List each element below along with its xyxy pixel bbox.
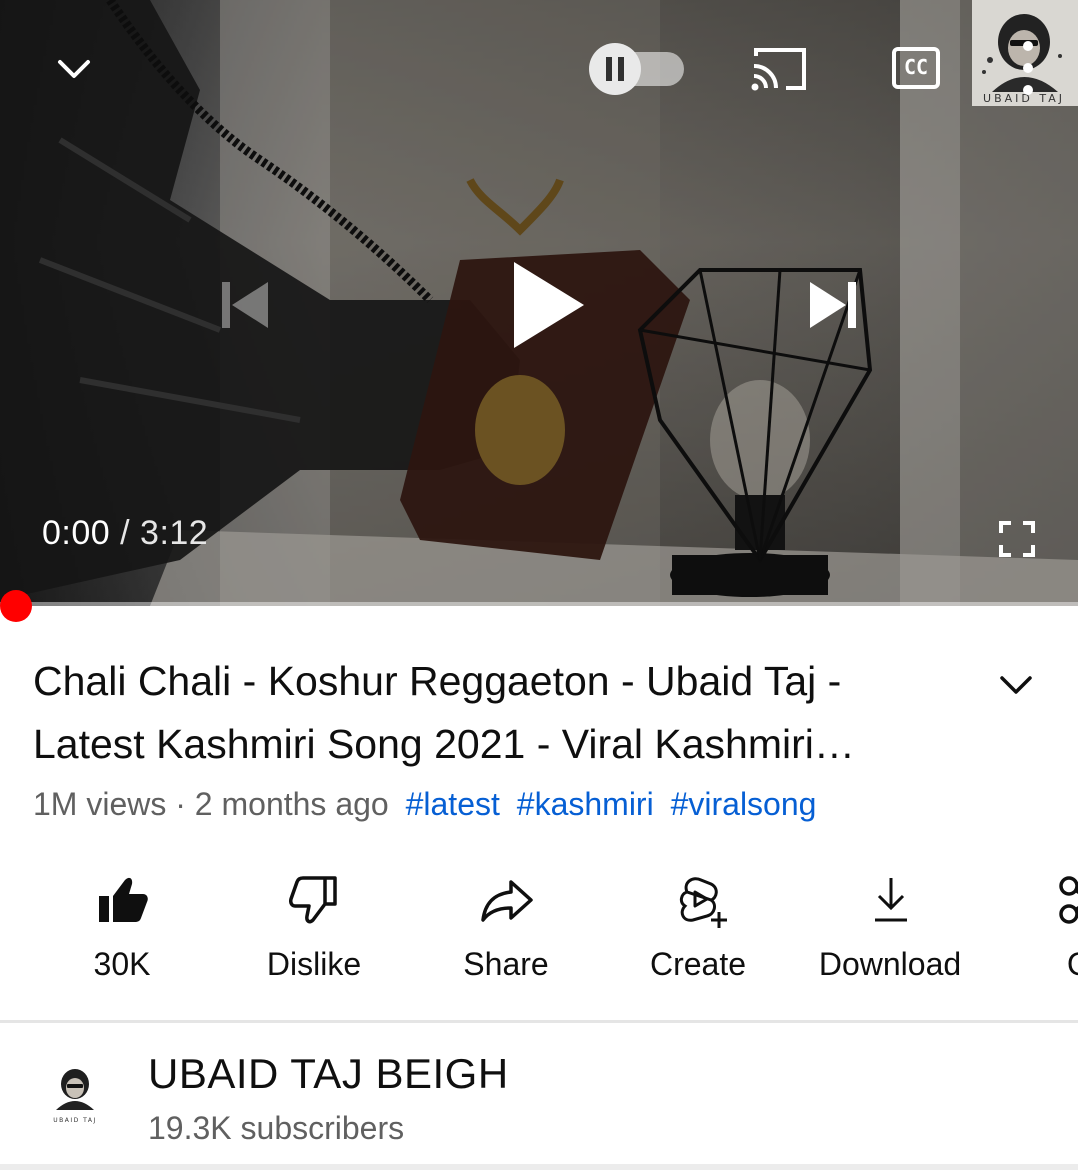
share-label: Share bbox=[463, 946, 549, 982]
duration: 3:12 bbox=[140, 514, 209, 552]
view-count: 1M views bbox=[33, 786, 167, 822]
subscriber-count: 19.3K subscribers bbox=[148, 1110, 405, 1146]
section-divider bbox=[0, 1020, 1078, 1023]
captions-icon[interactable]: CC bbox=[892, 47, 940, 89]
expand-description-icon[interactable] bbox=[992, 660, 1040, 708]
time-separator: / bbox=[120, 514, 131, 552]
channel-avatar[interactable]: UBAID TAJ bbox=[36, 1056, 114, 1134]
like-button[interactable]: 30K bbox=[26, 860, 218, 1000]
video-meta: 1M views · 2 months ago #latest #kashmir… bbox=[33, 786, 816, 823]
video-player[interactable]: CC UBAID TAJ 0:00 / 3:12 bbox=[0, 0, 1078, 606]
hashtag-viralsong[interactable]: #viralsong bbox=[671, 786, 817, 822]
download-label: Download bbox=[818, 946, 962, 982]
collapse-icon[interactable] bbox=[52, 48, 96, 92]
dislike-icon bbox=[289, 876, 337, 924]
next-icon[interactable] bbox=[806, 278, 860, 332]
create-icon bbox=[679, 877, 727, 928]
bottom-divider bbox=[0, 1164, 1078, 1170]
like-count: 30K bbox=[93, 946, 151, 982]
clip-label: Cl bbox=[986, 946, 1078, 983]
autoplay-pause-icon[interactable] bbox=[588, 42, 688, 96]
action-bar: 30K Dislike Share Create Download bbox=[0, 860, 1078, 1010]
scrubber-handle[interactable] bbox=[0, 590, 32, 622]
video-title[interactable]: Chali Chali - Koshur Reggaeton - Ubaid T… bbox=[33, 650, 963, 776]
more-icon[interactable] bbox=[1016, 38, 1040, 98]
create-button[interactable]: Create bbox=[602, 860, 794, 1000]
current-time: 0:00 bbox=[42, 514, 111, 552]
hashtag-kashmiri[interactable]: #kashmiri bbox=[517, 786, 654, 822]
download-button[interactable]: Download bbox=[794, 860, 986, 1000]
cast-icon[interactable] bbox=[750, 46, 808, 92]
time-display: 0:00 / 3:12 bbox=[42, 514, 208, 553]
play-icon[interactable] bbox=[508, 258, 588, 352]
clip-icon bbox=[1059, 876, 1078, 924]
download-icon bbox=[875, 878, 907, 922]
channel-name[interactable]: UBAID TAJ BEIGH bbox=[148, 1050, 509, 1098]
create-label: Create bbox=[649, 946, 747, 982]
progress-bar[interactable] bbox=[0, 602, 1078, 606]
meta-dot: · bbox=[175, 786, 186, 822]
dislike-button[interactable]: Dislike bbox=[218, 860, 410, 1000]
clip-button[interactable]: Cl bbox=[986, 860, 1078, 1000]
previous-icon[interactable] bbox=[218, 278, 272, 332]
avatar-text: UBAID TAJ bbox=[53, 1117, 96, 1124]
hashtag-latest[interactable]: #latest bbox=[406, 786, 500, 822]
share-icon bbox=[481, 880, 533, 922]
dislike-label: Dislike bbox=[266, 946, 362, 982]
captions-label: CC bbox=[903, 55, 929, 79]
fullscreen-icon[interactable] bbox=[998, 520, 1036, 558]
like-icon bbox=[99, 877, 148, 922]
share-button[interactable]: Share bbox=[410, 860, 602, 1000]
upload-age: 2 months ago bbox=[194, 786, 389, 822]
